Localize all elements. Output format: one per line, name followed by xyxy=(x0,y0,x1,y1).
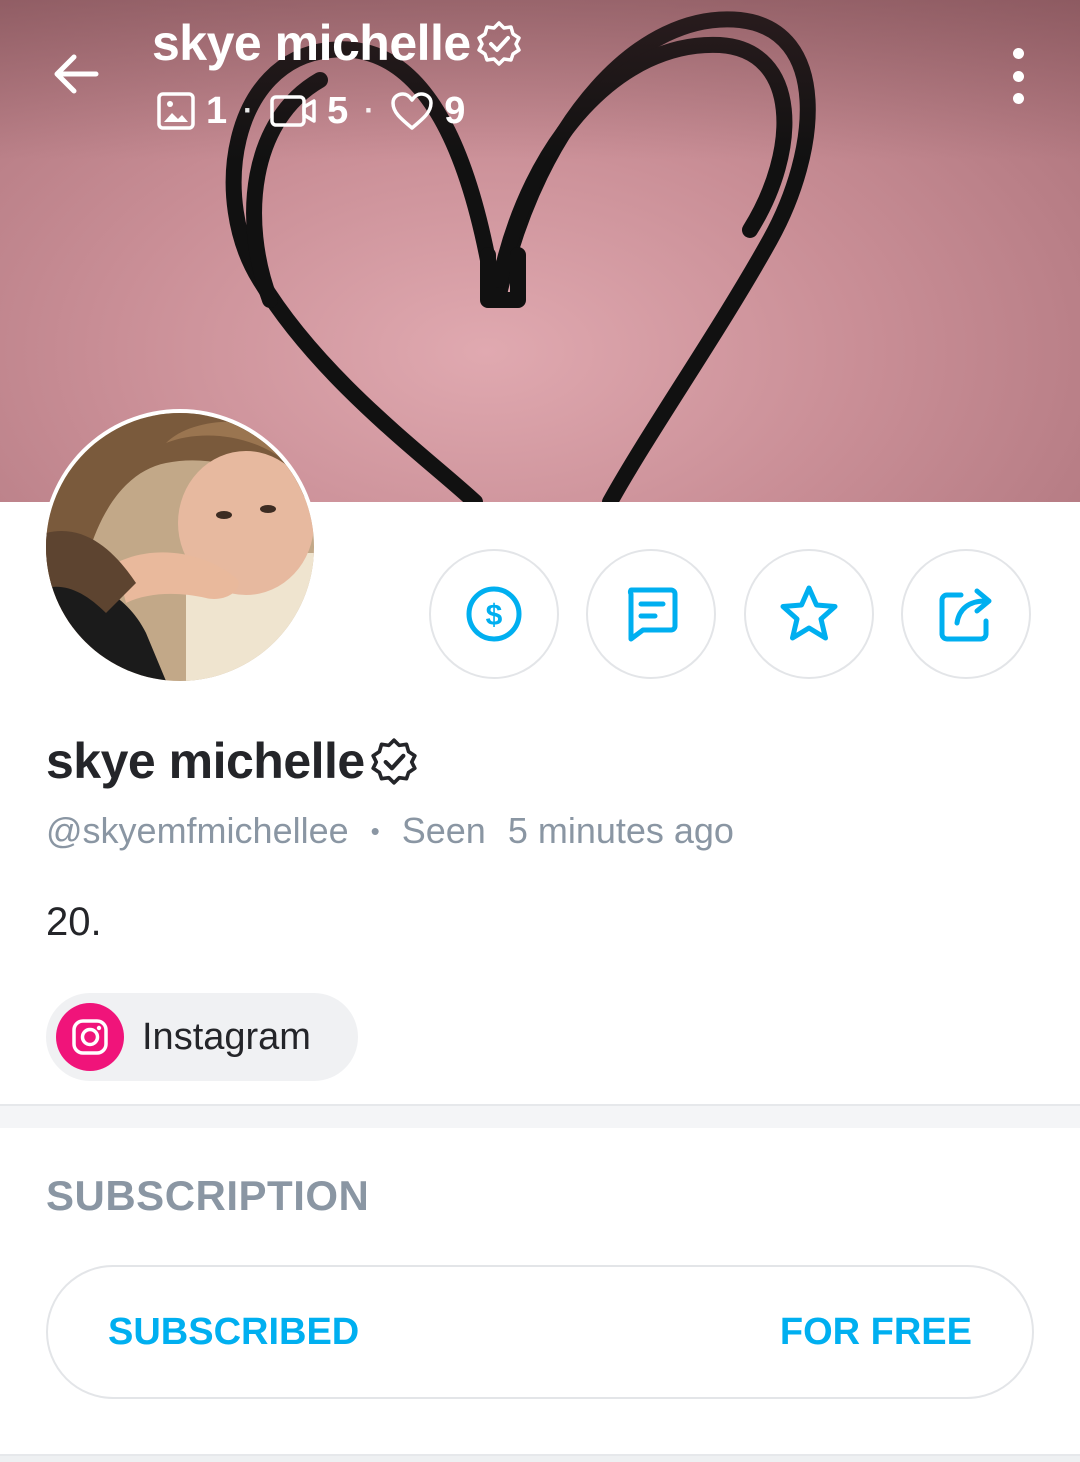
image-icon xyxy=(157,92,195,130)
subscription-button[interactable]: SUBSCRIBED FOR FREE xyxy=(46,1265,1034,1399)
avatar-photo xyxy=(46,413,314,681)
photos-stat: 1 xyxy=(156,90,227,133)
profile-meta: @skyemfmichellee • Seen 5 minutes ago xyxy=(46,810,734,852)
dollar-circle-icon: $ xyxy=(466,586,522,642)
videos-stat: 5 xyxy=(269,90,348,133)
verified-badge-icon xyxy=(476,21,521,66)
profile-handle: @skyemfmichellee xyxy=(46,810,349,851)
section-divider xyxy=(0,1104,1080,1128)
last-seen-time: 5 minutes ago xyxy=(507,810,734,851)
instagram-link[interactable]: Instagram xyxy=(46,993,358,1081)
svg-text:$: $ xyxy=(486,599,503,632)
avatar[interactable] xyxy=(42,409,318,685)
avatar-illustration xyxy=(46,413,314,681)
bottom-divider xyxy=(0,1454,1080,1462)
message-icon xyxy=(627,587,678,642)
share-icon xyxy=(939,588,992,642)
subscription-status: SUBSCRIBED xyxy=(108,1310,360,1353)
more-dot xyxy=(1012,93,1024,104)
meta-separator: • xyxy=(370,815,380,846)
profile-name: skye michelle xyxy=(46,732,419,790)
more-dot xyxy=(1012,70,1024,82)
heart-icon xyxy=(391,92,434,130)
videos-count: 5 xyxy=(327,89,349,132)
more-options-button[interactable] xyxy=(996,48,1040,104)
more-vertical-icon xyxy=(1012,48,1024,59)
add-to-favorites-button[interactable] xyxy=(744,549,874,679)
last-seen-label: Seen xyxy=(401,810,486,851)
verified-badge-icon xyxy=(371,738,417,785)
profile-name-text: skye michelle xyxy=(46,733,365,789)
arrow-left-icon xyxy=(54,54,99,94)
profile-bio: 20. xyxy=(46,900,102,944)
stat-separator: · xyxy=(364,94,375,127)
share-profile-button[interactable] xyxy=(901,549,1031,679)
subscription-price: FOR FREE xyxy=(779,1310,972,1353)
header-title: skye michelle xyxy=(152,14,523,72)
back-button[interactable] xyxy=(44,42,108,106)
instagram-icon xyxy=(56,1003,124,1071)
likes-stat: 9 xyxy=(390,90,465,133)
likes-count: 9 xyxy=(444,89,466,132)
send-message-button[interactable] xyxy=(586,549,716,679)
header-stats: 1 · 5 · 9 xyxy=(156,86,465,136)
send-tip-button[interactable]: $ xyxy=(429,549,559,679)
instagram-label: Instagram xyxy=(142,1015,311,1058)
photos-count: 1 xyxy=(206,89,228,132)
video-camera-icon xyxy=(270,95,316,127)
header-name-text: skye michelle xyxy=(152,15,471,71)
stat-separator: · xyxy=(243,94,254,127)
instagram-glyph xyxy=(72,1019,108,1055)
subscription-heading: SUBSCRIPTION xyxy=(46,1172,370,1219)
star-icon xyxy=(780,585,838,641)
